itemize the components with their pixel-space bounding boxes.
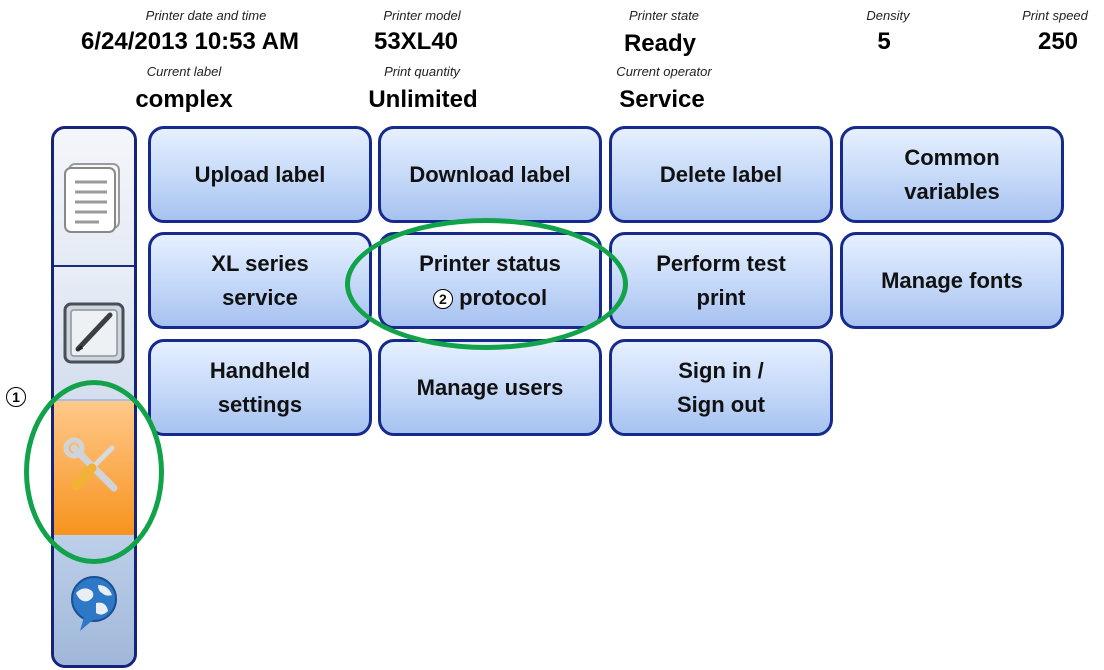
tools-icon (63, 437, 118, 492)
annotation-marker-1: 1 (6, 387, 26, 407)
manage-fonts-text: Manage fonts (881, 267, 1023, 293)
perform-test-print-line1: Perform test (656, 250, 786, 276)
current-label-value: complex (135, 86, 233, 113)
current-label-caption: Current label (146, 64, 222, 79)
sidebar-tab-language[interactable] (54, 535, 134, 665)
printer-status-protocol-line2: 2 protocol (432, 281, 548, 315)
manage-fonts-button[interactable]: Manage fonts (840, 232, 1064, 329)
common-variables-line1: Common (904, 144, 1000, 170)
density-value: 5 (877, 28, 891, 55)
pen-edit-icon (63, 302, 125, 364)
print-speed-caption: Print speed (1022, 8, 1088, 23)
print-speed-value: 250 (1037, 28, 1079, 55)
handheld-settings-line1: Handheld (209, 357, 311, 383)
sign-in-out-line1: Sign in / (678, 357, 764, 383)
sidebar-tab-service[interactable] (54, 401, 134, 535)
common-variables-line2: variables (904, 178, 1000, 204)
current-operator-caption: Current operator (616, 64, 712, 79)
sidebar-tab-edit[interactable] (54, 267, 134, 399)
delete-label-text: Delete label (659, 161, 783, 187)
perform-test-print-button[interactable]: Perform test print (609, 232, 833, 329)
printer-datetime-caption: Printer date and time (145, 8, 267, 23)
sign-in-out-line2: Sign out (677, 391, 765, 417)
annotation-marker-2: 2 (432, 288, 453, 309)
handheld-settings-button[interactable]: Handheld settings (148, 339, 372, 436)
download-label-text: Download label (409, 161, 571, 187)
printer-state-value: Ready (623, 30, 697, 57)
document-list-icon (64, 163, 120, 233)
current-operator-value: Service (619, 86, 705, 113)
manage-users-text: Manage users (416, 374, 564, 400)
printer-status-protocol-button[interactable]: Printer status 2 protocol (378, 232, 602, 329)
xl-series-service-button[interactable]: XL series service (148, 232, 372, 329)
perform-test-print-line2: print (696, 284, 746, 310)
printer-model-value: 53XL40 (373, 28, 459, 55)
printer-model-caption: Printer model (383, 8, 461, 23)
printer-datetime-value: 6/24/2013 10:53 AM (81, 28, 299, 55)
globe-chat-icon (71, 576, 117, 631)
xl-series-service-line2: service (222, 284, 298, 310)
download-label-button[interactable]: Download label (378, 126, 602, 223)
sidebar-tab-labels[interactable] (54, 129, 134, 267)
handheld-settings-line2: settings (217, 391, 303, 417)
common-variables-button[interactable]: Common variables (840, 126, 1064, 223)
sidebar (51, 126, 137, 668)
printer-status-protocol-line2-text: protocol (459, 284, 548, 310)
printer-status-protocol-line1: Printer status (419, 250, 561, 276)
delete-label-button[interactable]: Delete label (609, 126, 833, 223)
sign-in-out-button[interactable]: Sign in / Sign out (609, 339, 833, 436)
printer-state-caption: Printer state (628, 8, 700, 23)
print-quantity-value: Unlimited (368, 86, 478, 113)
xl-series-service-line1: XL series (211, 250, 309, 276)
density-caption: Density (866, 8, 910, 23)
upload-label-button[interactable]: Upload label (148, 126, 372, 223)
print-quantity-caption: Print quantity (384, 64, 460, 79)
upload-label-text: Upload label (194, 161, 326, 187)
manage-users-button[interactable]: Manage users (378, 339, 602, 436)
